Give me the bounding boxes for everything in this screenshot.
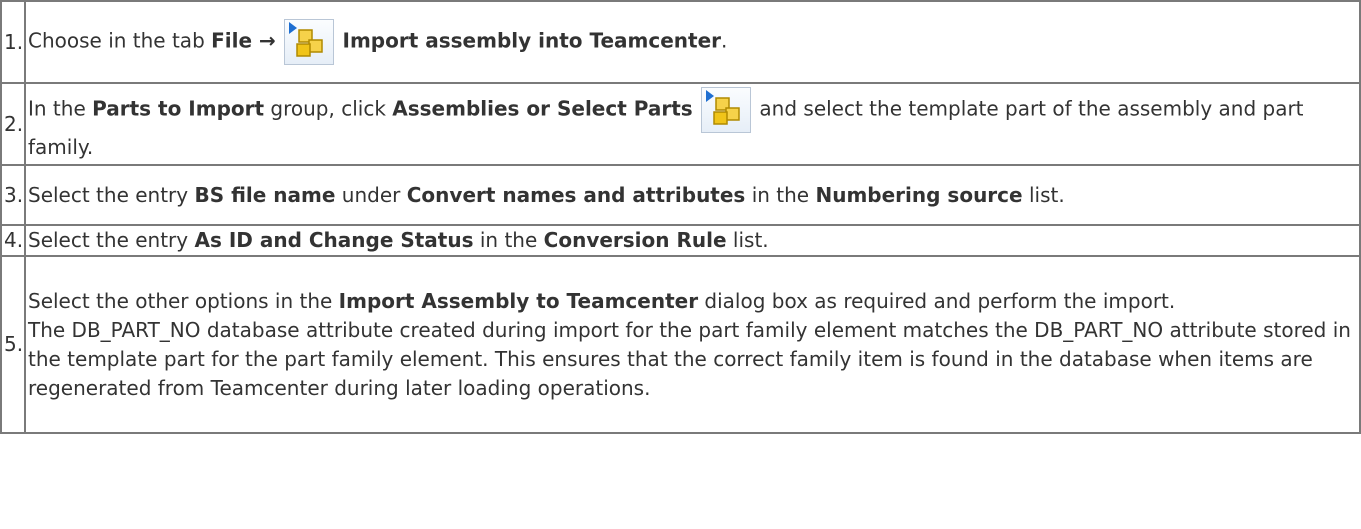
step-row: 1. Choose in the tab File → Import assem…	[0, 0, 1361, 84]
step-text: Select the entry BS file name under Conv…	[24, 164, 1361, 226]
step-text-part: dialog box as required and perform the i…	[698, 288, 1176, 313]
step-number: 4.	[0, 224, 26, 257]
entry-name: As ID and Change Status	[194, 228, 474, 252]
import-assembly-icon	[284, 19, 335, 65]
step-number: 3.	[0, 164, 26, 226]
step-row: 4. Select the entry As ID and Change Sta…	[0, 224, 1361, 257]
step-text-part: under	[335, 182, 407, 207]
section-name: Convert names and attributes	[406, 182, 746, 207]
step-text-part: in the	[745, 182, 816, 207]
step-text-part: Select the entry	[28, 228, 195, 252]
step-text-part: Select the entry	[28, 182, 195, 207]
steps-table: 1. Choose in the tab File → Import assem…	[0, 0, 1361, 434]
step-text-part: list.	[726, 228, 769, 252]
step-text: Select the other options in the Import A…	[24, 255, 1361, 434]
menu-path: File →	[211, 28, 276, 53]
step-row: 5. Select the other options in the Impor…	[0, 255, 1361, 434]
group-name: Parts to Import	[92, 96, 265, 120]
step-text-part: .	[721, 28, 728, 53]
dialog-name: Import Assembly to Teamcenter	[338, 288, 699, 313]
step-number: 5.	[0, 255, 26, 434]
step-text-part: group, click	[264, 96, 393, 120]
step-text-part: Choose in the tab	[28, 28, 212, 53]
step-note: The DB_PART_NO database attribute create…	[28, 317, 1351, 400]
step-text-part: list.	[1022, 182, 1065, 207]
step-number: 1.	[0, 0, 26, 84]
step-text: In the Parts to Import group, click Asse…	[24, 82, 1361, 166]
entry-name: BS file name	[194, 182, 336, 207]
step-row: 2. In the Parts to Import group, click A…	[0, 82, 1361, 166]
step-row: 3. Select the entry BS file name under C…	[0, 164, 1361, 226]
step-text-part: Select the other options in the	[28, 288, 339, 313]
list-name: Conversion Rule	[543, 228, 727, 252]
step-text: Choose in the tab File → Import assembly…	[24, 0, 1361, 84]
command-name: Assemblies or Select Parts	[392, 96, 693, 120]
list-name: Numbering source	[815, 182, 1023, 207]
step-text-part: In the	[28, 96, 93, 120]
step-text: Select the entry As ID and Change Status…	[24, 224, 1361, 257]
step-text-part: in the	[473, 228, 544, 252]
step-number: 2.	[0, 82, 26, 166]
assemblies-select-parts-icon	[701, 86, 752, 133]
command-name: Import assembly into Teamcenter	[342, 28, 722, 53]
